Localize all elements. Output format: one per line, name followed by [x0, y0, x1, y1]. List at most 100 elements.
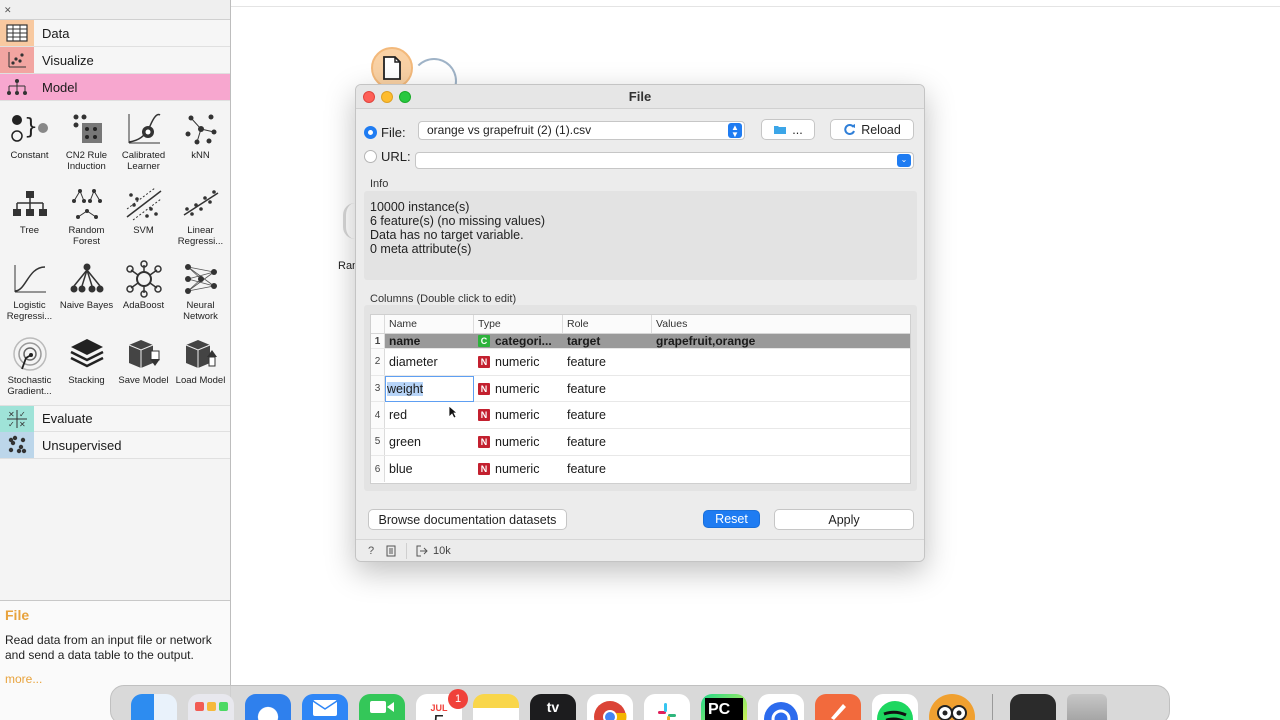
widget-linear-regression[interactable]: Linear Regressi...: [172, 180, 229, 255]
help-icon[interactable]: ?: [362, 544, 380, 558]
calendar-icon[interactable]: JUL 5 1: [416, 689, 468, 720]
category-visualize[interactable]: Visualize: [0, 47, 230, 74]
table-row[interactable]: 2 diameter N numeric feature: [371, 349, 910, 376]
file-source-radio[interactable]: [364, 126, 377, 139]
cell-values[interactable]: grapefruit,orange: [652, 334, 910, 348]
file-select-combo[interactable]: orange vs grapefruit (2) (1).csv ▲ ▼: [418, 121, 745, 140]
signal-icon[interactable]: [758, 694, 804, 720]
terminal-window-icon[interactable]: [1010, 694, 1056, 720]
browse-documentation-datasets-button[interactable]: Browse documentation datasets: [368, 509, 567, 530]
widget-stochastic-gradient[interactable]: Stochastic Gradient...: [1, 330, 58, 405]
cell-role[interactable]: feature: [563, 355, 652, 369]
info-target: Data has no target variable.: [370, 228, 524, 242]
cell-role[interactable]: feature: [563, 408, 652, 422]
header-values[interactable]: Values: [652, 315, 910, 333]
widget-random-forest[interactable]: Random Forest: [58, 180, 115, 255]
widget-naive-bayes[interactable]: Naive Bayes: [58, 255, 115, 330]
category-evaluate[interactable]: ✕ ✓ ✓ ✕ Evaluate: [0, 405, 230, 432]
slack-icon[interactable]: [644, 694, 690, 720]
header-role[interactable]: Role: [563, 315, 652, 333]
orange-app-icon[interactable]: [929, 694, 975, 720]
zoom-window-button[interactable]: [399, 91, 411, 103]
help-more-link[interactable]: more...: [5, 672, 225, 686]
widget-load-model[interactable]: Load Model: [172, 330, 229, 405]
columns-table[interactable]: Name Type Role Values 1 name C categori.…: [370, 314, 911, 484]
pycharm-icon[interactable]: PC: [701, 694, 747, 720]
row-number: 6: [371, 455, 385, 483]
cell-name[interactable]: red: [385, 408, 474, 422]
trash-icon[interactable]: [1067, 694, 1107, 720]
widget-tree[interactable]: Tree: [1, 180, 58, 255]
widget-calibrated-learner[interactable]: Calibrated Learner: [115, 105, 172, 180]
url-input-combo[interactable]: ⌄: [415, 152, 914, 169]
chevron-down-icon[interactable]: ⌄: [897, 154, 911, 167]
header-type[interactable]: Type: [474, 315, 563, 333]
widget-knn[interactable]: kNN: [172, 105, 229, 180]
cell-name[interactable]: green: [385, 435, 474, 449]
widget-cn2-rule-induction[interactable]: CN2 Rule Induction: [58, 105, 115, 180]
category-model[interactable]: Model: [0, 74, 230, 101]
reload-button[interactable]: Reload: [830, 119, 914, 140]
facetime-icon[interactable]: [359, 694, 405, 720]
apply-button[interactable]: Apply: [774, 509, 914, 530]
category-data[interactable]: Data: [0, 20, 230, 47]
svg-text:✓: ✓: [19, 410, 26, 419]
cell-role[interactable]: feature: [563, 435, 652, 449]
browse-file-button[interactable]: ...: [761, 119, 815, 140]
cell-role[interactable]: feature: [563, 382, 652, 396]
widget-stacking[interactable]: Stacking: [58, 330, 115, 405]
reset-button[interactable]: Reset: [703, 510, 760, 528]
widget-label: Save Model: [118, 375, 169, 386]
cell-type[interactable]: N numeric: [474, 408, 563, 422]
widget-neural-network[interactable]: Neural Network: [172, 255, 229, 330]
apple-tv-icon[interactable]: tv: [530, 694, 576, 720]
file-dialog: File File: orange vs grapefruit (2) (1).…: [355, 84, 925, 562]
header-name[interactable]: Name: [385, 315, 474, 333]
cell-role[interactable]: feature: [563, 462, 652, 476]
widget-constant[interactable]: } Constant: [1, 105, 58, 180]
notes-icon[interactable]: [473, 694, 519, 720]
table-row[interactable]: 3 weight N numeric feature: [371, 375, 910, 403]
chrome-icon[interactable]: [587, 694, 633, 720]
random-forest-node[interactable]: [343, 203, 355, 239]
url-source-radio[interactable]: [364, 150, 377, 163]
constant-icon: }: [10, 109, 50, 149]
document-icon: [383, 56, 401, 80]
minimize-window-button[interactable]: [381, 91, 393, 103]
pencil-app-icon[interactable]: [815, 694, 861, 720]
table-row[interactable]: 6 blue N numeric feature: [371, 455, 910, 483]
table-row[interactable]: 1 name C categori... target grapefruit,o…: [371, 334, 910, 349]
launchpad-icon[interactable]: [188, 694, 234, 720]
mail-icon[interactable]: [302, 694, 348, 720]
widget-adaboost[interactable]: AdaBoost: [115, 255, 172, 330]
close-icon[interactable]: ✕: [4, 6, 12, 15]
close-window-button[interactable]: [363, 91, 375, 103]
cell-role[interactable]: target: [563, 334, 652, 348]
cell-name[interactable]: name: [385, 334, 474, 348]
widget-save-model[interactable]: Save Model: [115, 330, 172, 405]
finder-icon[interactable]: [131, 694, 177, 720]
file-widget-node[interactable]: [371, 47, 413, 89]
svg-text:}: }: [24, 115, 38, 140]
cell-type[interactable]: N numeric: [474, 435, 563, 449]
cell-type[interactable]: N numeric: [474, 462, 563, 476]
cell-type[interactable]: N numeric: [474, 355, 563, 369]
svg-text:✓: ✓: [8, 420, 15, 429]
cell-type[interactable]: N numeric: [474, 382, 563, 396]
numeric-type-icon: N: [478, 382, 490, 395]
spotify-icon[interactable]: [872, 694, 918, 720]
widget-label: Stochastic Gradient...: [7, 375, 52, 397]
category-unsupervised[interactable]: Unsupervised: [0, 432, 230, 459]
cell-name-editor[interactable]: weight: [385, 375, 474, 402]
row-number-header: [371, 315, 385, 333]
cell-type[interactable]: C categori...: [474, 334, 563, 348]
cell-name[interactable]: blue: [385, 462, 474, 476]
widget-logistic-regression[interactable]: Logistic Regressi...: [1, 255, 58, 330]
table-row[interactable]: 5 green N numeric feature: [371, 429, 910, 456]
browse-docs-label: Browse documentation datasets: [378, 512, 557, 527]
cell-name[interactable]: diameter: [385, 355, 474, 369]
widget-svm[interactable]: SVM: [115, 180, 172, 255]
safari-icon[interactable]: [245, 694, 291, 720]
row-number: 5: [371, 429, 385, 455]
report-icon[interactable]: [382, 544, 400, 558]
